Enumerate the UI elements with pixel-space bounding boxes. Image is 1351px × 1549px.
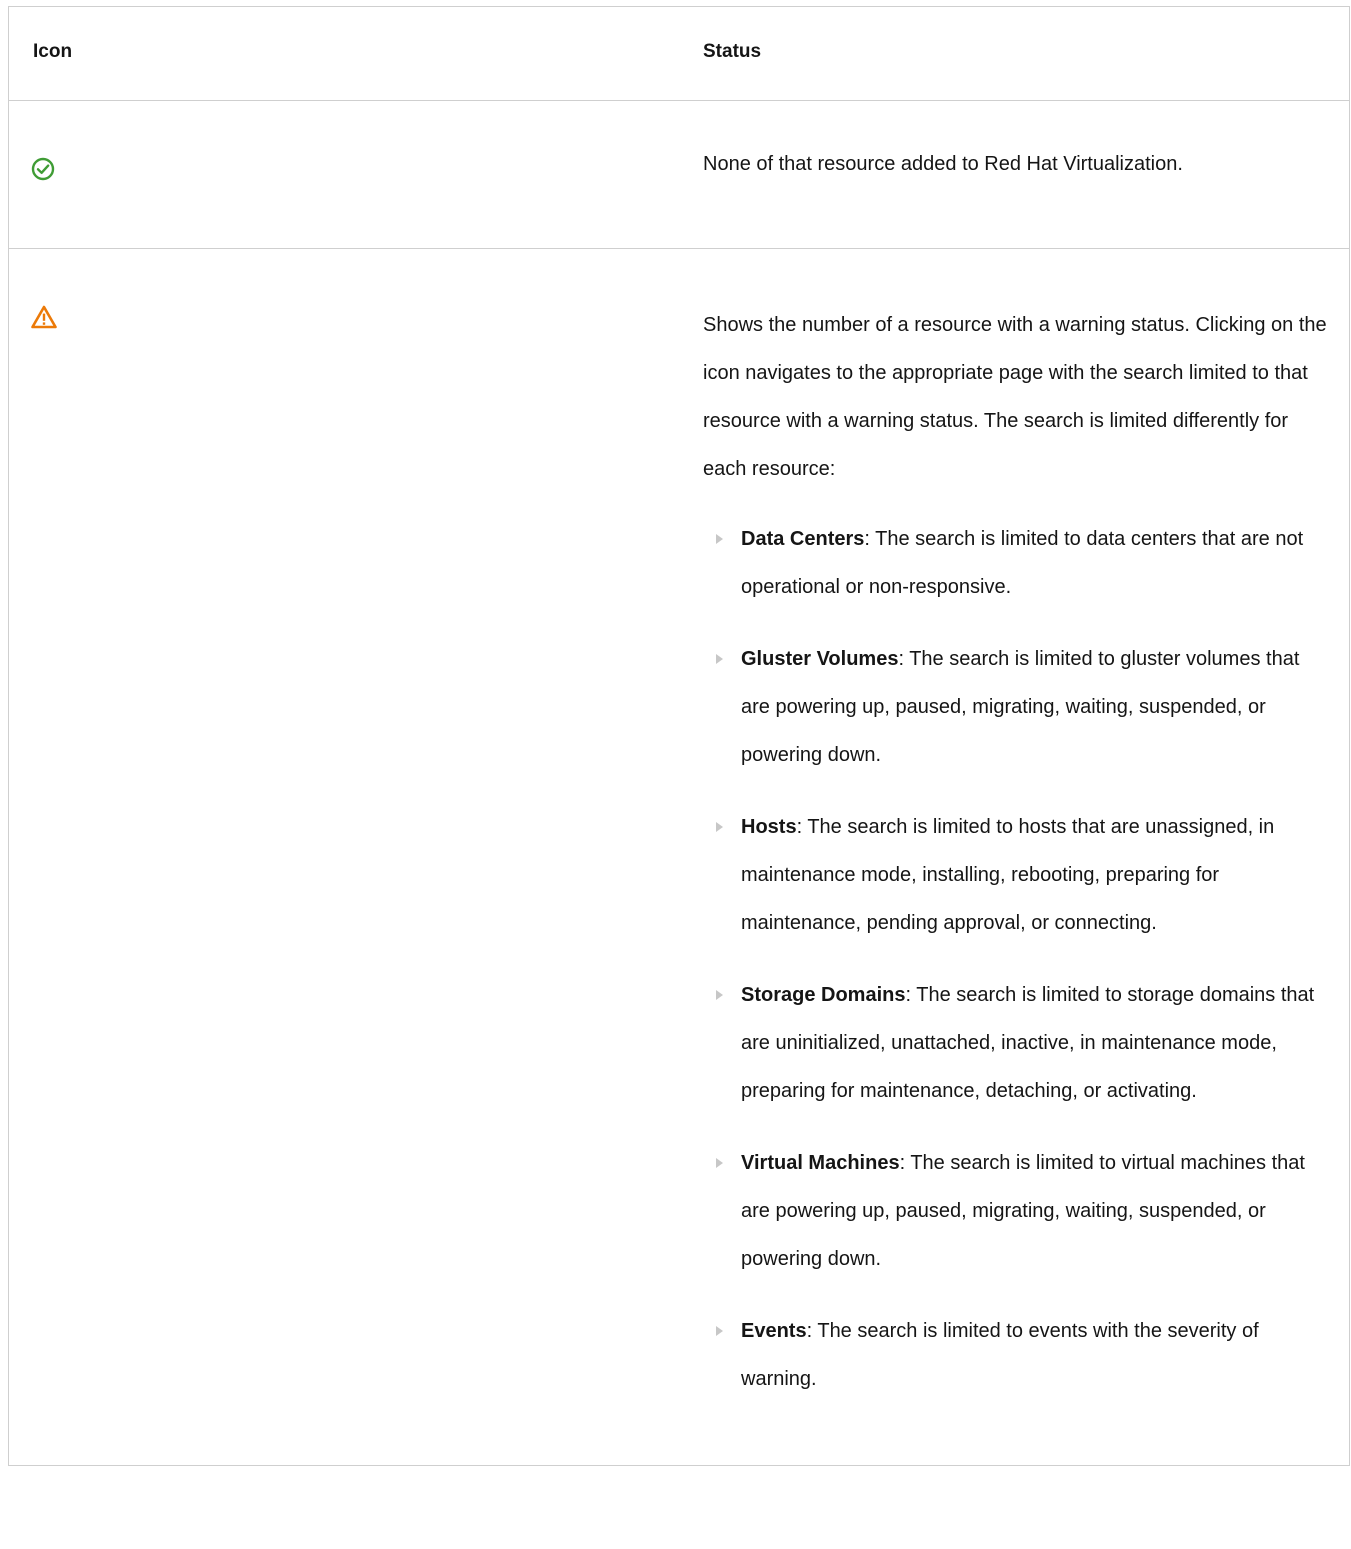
table-header-row: Icon Status [9, 7, 1349, 101]
resource-term: Hosts [741, 816, 797, 838]
bullet-arrow-icon [716, 1158, 723, 1168]
list-item: Events: The search is limited to events … [703, 1307, 1333, 1403]
bullet-arrow-icon [716, 1326, 723, 1336]
bullet-arrow-icon [716, 534, 723, 544]
warning-triangle-icon [31, 305, 57, 335]
column-header-icon: Icon [33, 41, 73, 62]
list-item: Data Centers: The search is limited to d… [703, 515, 1333, 611]
table-row: Shows the number of a resource with a wa… [9, 249, 1349, 1549]
bullet-arrow-icon [716, 822, 723, 832]
status-description: Shows the number of a resource with a wa… [703, 314, 1327, 480]
resource-description: : The search is limited to events with t… [741, 1320, 1259, 1390]
status-cell: Shows the number of a resource with a wa… [703, 301, 1333, 1427]
status-description: None of that resource added to Red Hat V… [703, 153, 1183, 175]
resource-term: Events [741, 1320, 807, 1342]
resource-term: Storage Domains [741, 984, 906, 1006]
check-circle-icon [31, 157, 55, 187]
list-item: Storage Domains: The search is limited t… [703, 971, 1333, 1115]
resource-list: Data Centers: The search is limited to d… [703, 515, 1333, 1403]
list-item: Virtual Machines: The search is limited … [703, 1139, 1333, 1283]
list-item: Gluster Volumes: The search is limited t… [703, 635, 1333, 779]
resource-term: Virtual Machines [741, 1152, 900, 1174]
status-cell: None of that resource added to Red Hat V… [703, 151, 1333, 177]
bullet-arrow-icon [716, 654, 723, 664]
table-row: None of that resource added to Red Hat V… [9, 101, 1349, 249]
column-header-status: Status [703, 41, 762, 62]
list-item: Hosts: The search is limited to hosts th… [703, 803, 1333, 947]
resource-term: Gluster Volumes [741, 648, 899, 670]
status-icon-table: Icon Status None of that resource added … [8, 6, 1350, 1466]
resource-term: Data Centers [741, 528, 865, 550]
resource-description: : The search is limited to hosts that ar… [741, 816, 1275, 934]
bullet-arrow-icon [716, 990, 723, 1000]
